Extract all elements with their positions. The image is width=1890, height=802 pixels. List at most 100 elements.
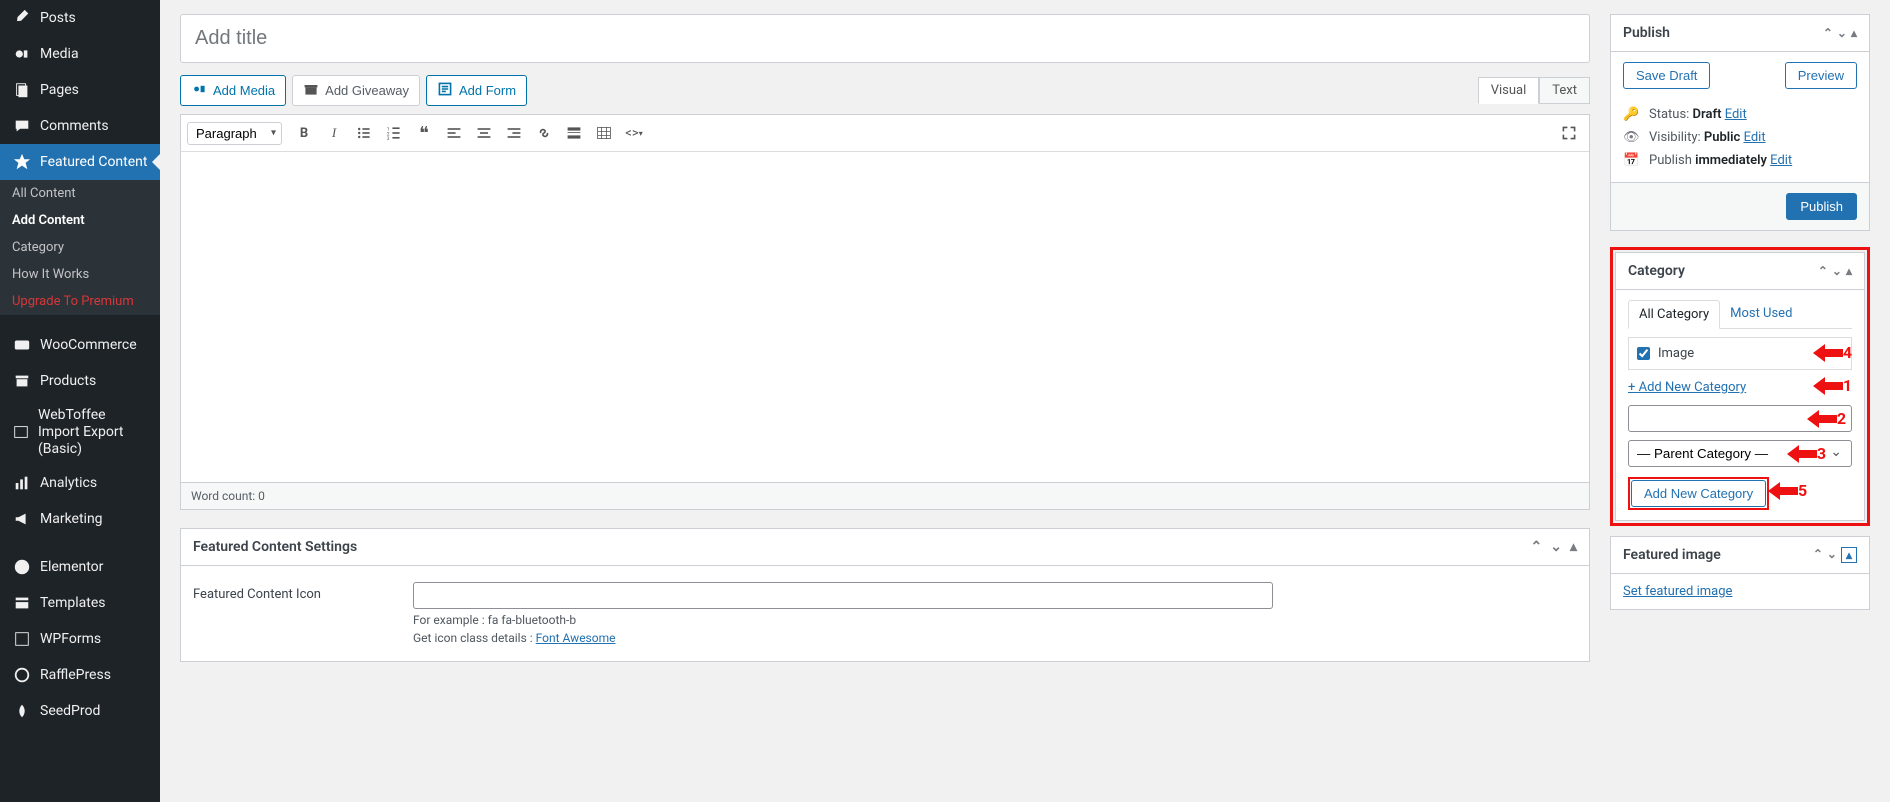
rafflepress-icon <box>12 665 32 685</box>
caret-up-icon[interactable]: ▴ <box>1841 547 1857 563</box>
visibility-row: 👁 Visibility: Public Edit <box>1623 126 1857 149</box>
edit-schedule-link[interactable]: Edit <box>1770 153 1792 168</box>
sidebar-item-marketing[interactable]: Marketing <box>0 501 160 537</box>
sidebar-item-featured-content[interactable]: Featured Content <box>0 144 160 180</box>
annotation-4: 4 <box>1843 343 1852 362</box>
tab-most-used[interactable]: Most Used <box>1720 300 1802 328</box>
megaphone-icon <box>12 509 32 529</box>
sidebar-sub-upgrade[interactable]: Upgrade To Premium <box>0 288 160 315</box>
pages-icon <box>12 80 32 100</box>
bullet-list-button[interactable] <box>350 119 378 147</box>
sidebar-item-comments[interactable]: Comments <box>0 108 160 144</box>
readmore-button[interactable] <box>560 119 588 147</box>
edit-visibility-link[interactable]: Edit <box>1744 130 1766 145</box>
publish-header[interactable]: Publish ⌃ ⌄ ▴ <box>1611 15 1869 52</box>
sidebar-item-pages[interactable]: Pages <box>0 72 160 108</box>
save-draft-button[interactable]: Save Draft <box>1623 62 1710 89</box>
annotation-3: 3 <box>1817 444 1826 463</box>
admin-sidebar: Posts Media Pages Comments Featured Cont… <box>0 0 160 802</box>
elementor-icon <box>12 557 32 577</box>
category-header[interactable]: Category ⌃ ⌄ ▴ <box>1616 253 1864 290</box>
chevron-down-icon[interactable]: ⌄ <box>1832 264 1842 278</box>
featured-image-header[interactable]: Featured image ⌃ ⌄ ▴ <box>1611 537 1869 574</box>
number-list-button[interactable]: 123 <box>380 119 408 147</box>
sidebar-item-products[interactable]: Products <box>0 363 160 399</box>
settings-panel-header[interactable]: Featured Content Settings ⌃ ⌄ ▴ <box>181 529 1589 566</box>
sidebar-sub-how-it-works[interactable]: How It Works <box>0 261 160 288</box>
sidebar-item-rafflepress[interactable]: RafflePress <box>0 657 160 693</box>
publish-button[interactable]: Publish <box>1786 193 1857 220</box>
caret-up-icon[interactable]: ▴ <box>1846 264 1852 278</box>
chevron-up-icon[interactable]: ⌃ <box>1531 539 1543 555</box>
post-title-input[interactable] <box>180 14 1590 63</box>
featured-icon-input[interactable] <box>413 582 1273 609</box>
chart-icon <box>12 473 32 493</box>
sidebar-item-elementor[interactable]: Elementor <box>0 549 160 585</box>
sidebar-sub-category[interactable]: Category <box>0 234 160 261</box>
sidebar-sub-all-content[interactable]: All Content <box>0 180 160 207</box>
category-metabox: Category ⌃ ⌄ ▴ All Category Most Used <box>1615 252 1865 521</box>
featured-content-settings-panel: Featured Content Settings ⌃ ⌄ ▴ Featured… <box>180 528 1590 662</box>
bold-button[interactable]: B <box>290 119 318 147</box>
category-checkbox-image[interactable] <box>1637 347 1650 360</box>
calendar-icon: 📅 <box>1623 153 1641 168</box>
caret-up-icon[interactable]: ▴ <box>1851 26 1857 40</box>
editor-mode-tabs: Visual Text <box>1478 77 1590 104</box>
font-awesome-link[interactable]: Font Awesome <box>536 631 616 645</box>
table-button[interactable] <box>590 119 618 147</box>
seedprod-icon <box>12 701 32 721</box>
chevron-up-icon[interactable]: ⌃ <box>1818 264 1828 278</box>
sidebar-item-posts[interactable]: Posts <box>0 0 160 36</box>
icon-help-example: For example : fa fa-bluetooth-b <box>413 613 1577 627</box>
tab-visual[interactable]: Visual <box>1478 77 1540 104</box>
category-annotation-box: Category ⌃ ⌄ ▴ All Category Most Used <box>1610 247 1870 526</box>
star-icon <box>12 152 32 172</box>
sidebar-sub-add-content[interactable]: Add Content <box>0 207 160 234</box>
link-button[interactable] <box>530 119 558 147</box>
annotation-5: 5 <box>1798 481 1807 500</box>
add-new-category-button[interactable]: Add New Category <box>1631 480 1766 507</box>
add-media-button[interactable]: Add Media <box>180 75 286 106</box>
sidebar-item-woocommerce[interactable]: WooCommerce <box>0 327 160 363</box>
add-giveaway-button[interactable]: Add Giveaway <box>292 75 420 106</box>
status-row: 🔑 Status: Draft Edit <box>1623 103 1857 126</box>
templates-icon <box>12 593 32 613</box>
quote-button[interactable]: ❝ <box>410 119 438 147</box>
set-featured-image-link[interactable]: Set featured image <box>1623 584 1732 599</box>
format-toolbar: Paragraph B I 123 ❝ <>▾ <box>181 115 1589 152</box>
edit-status-link[interactable]: Edit <box>1725 107 1747 122</box>
caret-up-icon[interactable]: ▴ <box>1570 539 1577 555</box>
icon-help-details: Get icon class details : Font Awesome <box>413 631 1577 645</box>
editor-content-area[interactable] <box>181 152 1589 482</box>
italic-button[interactable]: I <box>320 119 348 147</box>
align-center-button[interactable] <box>470 119 498 147</box>
schedule-row: 📅 Publish immediately Edit <box>1623 149 1857 172</box>
camera-icon <box>191 81 207 100</box>
sidebar-item-wpforms[interactable]: WPForms <box>0 621 160 657</box>
chevron-down-icon[interactable]: ⌄ <box>1550 539 1562 555</box>
media-icon <box>12 44 32 64</box>
key-icon: 🔑 <box>1623 107 1641 122</box>
sidebar-item-seedprod[interactable]: SeedProd <box>0 693 160 729</box>
align-left-button[interactable] <box>440 119 468 147</box>
category-tabs: All Category Most Used <box>1628 300 1852 329</box>
chevron-up-icon[interactable]: ⌃ <box>1813 547 1823 563</box>
sidebar-item-webtoffee[interactable]: WebToffee Import Export (Basic) <box>0 399 160 465</box>
chevron-up-icon[interactable]: ⌃ <box>1823 26 1833 40</box>
tab-all-category[interactable]: All Category <box>1628 300 1720 329</box>
paragraph-select[interactable]: Paragraph <box>187 122 282 145</box>
import-export-icon <box>12 422 30 442</box>
editor-box: Paragraph B I 123 ❝ <>▾ <box>180 114 1590 483</box>
fullscreen-button[interactable] <box>1555 119 1583 147</box>
align-right-button[interactable] <box>500 119 528 147</box>
sidebar-item-templates[interactable]: Templates <box>0 585 160 621</box>
sidebar-item-analytics[interactable]: Analytics <box>0 465 160 501</box>
add-form-button[interactable]: Add Form <box>426 75 527 106</box>
chevron-down-icon[interactable]: ⌄ <box>1837 26 1847 40</box>
preview-button[interactable]: Preview <box>1785 62 1857 89</box>
chevron-down-icon[interactable]: ⌄ <box>1827 547 1837 563</box>
sidebar-item-media[interactable]: Media <box>0 36 160 72</box>
tab-text[interactable]: Text <box>1539 77 1590 104</box>
code-button[interactable]: <>▾ <box>620 119 648 147</box>
annotation-1: 1 <box>1843 376 1852 395</box>
